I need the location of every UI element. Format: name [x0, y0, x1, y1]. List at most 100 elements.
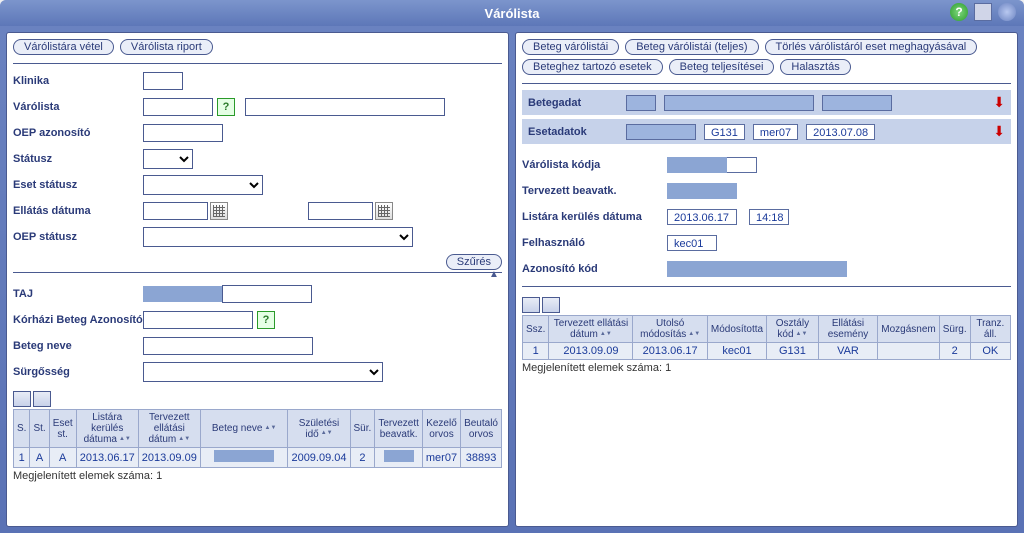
col-r-no[interactable]: Ssz. — [523, 316, 549, 343]
grid-tool-1-icon[interactable] — [522, 297, 540, 313]
col-name[interactable]: Beteg neve▲▼ — [200, 410, 288, 448]
name-redacted — [214, 450, 274, 462]
hospital-id-input[interactable] — [143, 311, 253, 329]
left-grid-toolbar — [13, 391, 502, 407]
hospital-id-lookup-button[interactable]: ? — [257, 311, 275, 329]
list-code-label: Várólista kódja — [522, 159, 667, 171]
right-grid-toolbar — [522, 297, 1011, 313]
col-proc[interactable]: Tervezett beavatk. — [375, 410, 423, 448]
col-r-event[interactable]: Ellátási esemény — [818, 316, 878, 343]
patient-performance-button[interactable]: Beteg teljesítései — [669, 59, 775, 75]
status-select[interactable] — [143, 149, 193, 169]
varolista-code-input[interactable] — [143, 98, 213, 116]
list-date-r-label: Listára kerülés dátuma — [522, 211, 667, 223]
grid-tool-1-icon[interactable] — [13, 391, 31, 407]
table-row[interactable]: 1 A A 2013.06.17 2013.09.09 2009.09.04 2… — [14, 448, 502, 468]
col-list-date[interactable]: Listára kerülés dátuma▲▼ — [76, 410, 138, 448]
col-r-move[interactable]: Mozgásnem — [878, 316, 939, 343]
col-urg[interactable]: Sür. — [350, 410, 375, 448]
proc-redacted — [384, 450, 414, 462]
list-time-value: 14:18 — [749, 209, 789, 225]
patient-data-band: Betegadat ⬇ — [522, 90, 1011, 115]
report-button[interactable]: Várólista riport — [120, 39, 213, 55]
enlist-button[interactable]: Várólistára vétel — [13, 39, 114, 55]
col-st[interactable]: St. — [30, 410, 49, 448]
col-doctor[interactable]: Kezelő orvos — [422, 410, 460, 448]
filter-button[interactable]: Szűrés — [446, 254, 502, 270]
col-eset-st[interactable]: Eset st. — [49, 410, 76, 448]
planned-proc-redacted — [667, 183, 737, 199]
separator — [13, 63, 502, 64]
care-date-from-input[interactable] — [143, 202, 208, 220]
calendar-to-icon[interactable] — [375, 202, 393, 220]
patient-field-2 — [664, 95, 814, 111]
grid-tool-2-icon[interactable] — [33, 391, 51, 407]
grid-tool-2-icon[interactable] — [542, 297, 560, 313]
user-value: kec01 — [667, 235, 717, 251]
care-date-to-input[interactable] — [308, 202, 373, 220]
help-icon[interactable]: ? — [950, 3, 968, 21]
taj-label: TAJ — [13, 288, 143, 300]
collapse-up-icon[interactable]: ▲ — [486, 269, 502, 281]
col-r-trans[interactable]: Tranz. áll. — [970, 316, 1010, 343]
down-arrow-icon[interactable]: ⬇ — [993, 123, 1005, 140]
separator — [522, 83, 1011, 84]
patient-field-3 — [822, 95, 892, 111]
table-row[interactable]: 1 2013.09.09 2013.06.17 kec01 G131 VAR 2… — [523, 343, 1011, 360]
col-r-dept[interactable]: Osztály kód▲▼ — [767, 316, 819, 343]
separator — [13, 272, 502, 273]
left-panel: Várólistára vétel Várólista riport Klini… — [6, 32, 509, 527]
right-button-row-1: Beteg várólistái Beteg várólistái (telje… — [522, 39, 1011, 55]
col-r-modby[interactable]: Módosította — [707, 316, 766, 343]
right-table: Ssz. Tervezett ellátási dátum▲▼ Utolsó m… — [522, 315, 1011, 360]
col-plan-date[interactable]: Tervezett ellátási dátum▲▼ — [138, 410, 200, 448]
varolista-lookup-button[interactable]: ? — [217, 98, 235, 116]
oep-status-label: OEP státusz — [13, 231, 143, 243]
list-code-redacted — [667, 157, 727, 173]
separator — [522, 286, 1011, 287]
taj-input[interactable] — [222, 285, 312, 303]
app-window: Várólista ? Várólistára vétel Várólista … — [0, 0, 1024, 533]
left-button-row: Várólistára vétel Várólista riport — [13, 39, 502, 55]
patient-lists-full-button[interactable]: Beteg várólistái (teljes) — [625, 39, 758, 55]
calendar-from-icon[interactable] — [210, 202, 228, 220]
col-s[interactable]: S. — [14, 410, 30, 448]
patient-field-1 — [626, 95, 656, 111]
right-count-label: Megjelenített elemek száma: 1 — [522, 362, 1011, 374]
oep-id-input[interactable] — [143, 124, 223, 142]
postpone-button[interactable]: Halasztás — [780, 59, 850, 75]
close-icon[interactable] — [998, 3, 1016, 21]
patient-cases-button[interactable]: Beteghez tartozó esetek — [522, 59, 663, 75]
workarea: Várólistára vétel Várólista riport Klini… — [0, 26, 1024, 533]
window-title: Várólista — [485, 6, 540, 21]
case-band-label: Esetadatok — [528, 126, 618, 138]
col-birth[interactable]: Születési idő▲▼ — [288, 410, 350, 448]
patient-band-label: Betegadat — [528, 97, 618, 109]
varolista-label: Várólista — [13, 101, 143, 113]
case-data-band: Esetadatok G131 mer07 2013.07.08 ⬇ — [522, 119, 1011, 144]
titlebar: Várólista ? — [0, 0, 1024, 26]
titlebar-controls: ? — [950, 3, 1016, 21]
patient-lists-button[interactable]: Beteg várólistái — [522, 39, 619, 55]
urgency-select[interactable] — [143, 362, 383, 382]
oep-status-select[interactable] — [143, 227, 413, 247]
varolista-name-input[interactable] — [245, 98, 445, 116]
down-arrow-icon[interactable]: ⬇ — [993, 94, 1005, 111]
patient-name-input[interactable] — [143, 337, 313, 355]
case-status-label: Eset státusz — [13, 179, 143, 191]
right-button-row-2: Beteghez tartozó esetek Beteg teljesítés… — [522, 59, 1011, 75]
col-r-lastmod[interactable]: Utolsó módosítás▲▼ — [633, 316, 707, 343]
oep-id-label: OEP azonosító — [13, 127, 143, 139]
patient-name-label: Beteg neve — [13, 340, 143, 352]
case-date: 2013.07.08 — [806, 124, 875, 140]
col-r-urg[interactable]: Sürg. — [939, 316, 970, 343]
klinika-input[interactable] — [143, 72, 183, 90]
case-status-select[interactable] — [143, 175, 263, 195]
klinika-label: Klinika — [13, 75, 143, 87]
user-r-label: Felhasználó — [522, 237, 667, 249]
status-label: Státusz — [13, 153, 143, 165]
minimize-icon[interactable] — [974, 3, 992, 21]
col-ref-doctor[interactable]: Beutaló orvos — [461, 410, 502, 448]
col-r-plan[interactable]: Tervezett ellátási dátum▲▼ — [549, 316, 633, 343]
delete-keep-case-button[interactable]: Törlés várólistáról eset meghagyásával — [765, 39, 978, 55]
